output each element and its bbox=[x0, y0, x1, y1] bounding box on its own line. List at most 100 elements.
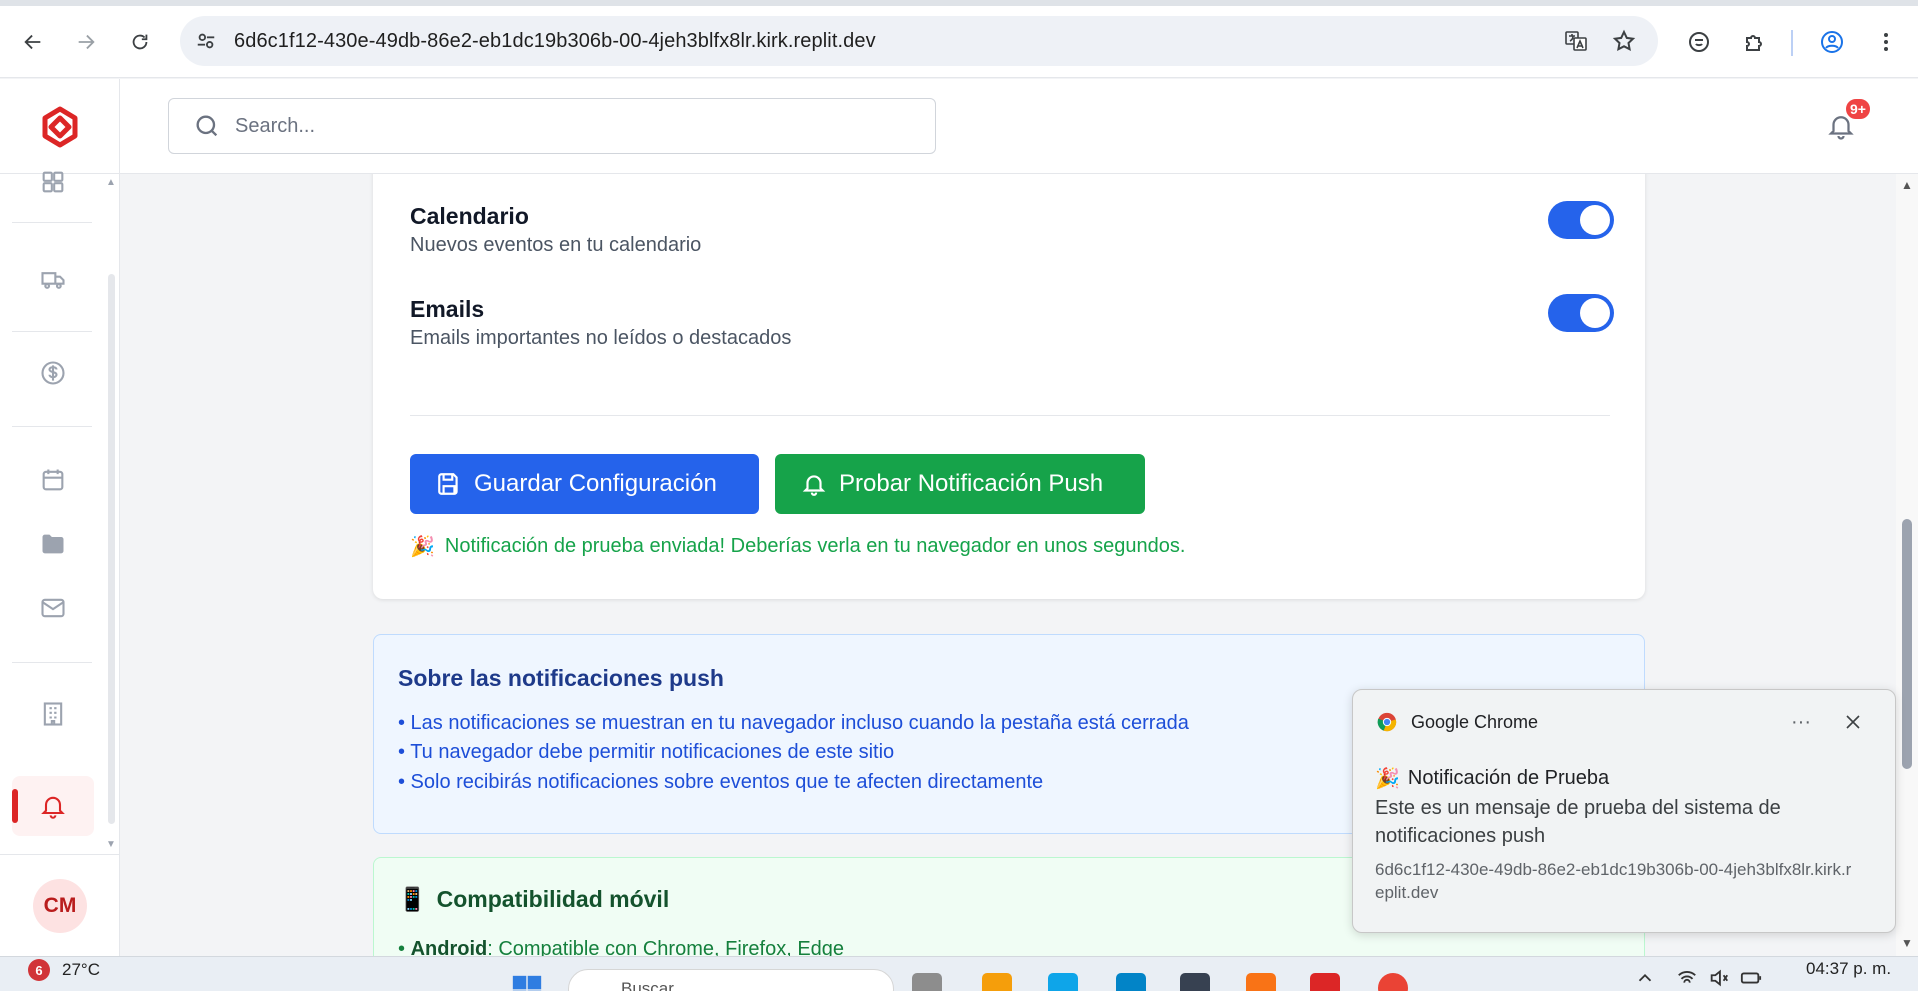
mobile-title-text: Compatibilidad móvil bbox=[436, 886, 670, 912]
sidebar-divider bbox=[12, 222, 92, 223]
puzzle-icon bbox=[1746, 35, 1762, 51]
user-avatar[interactable]: CM bbox=[33, 879, 87, 933]
sidebar-item-finance[interactable] bbox=[12, 343, 94, 403]
scroll-up-icon[interactable]: ▲ bbox=[1901, 178, 1913, 192]
sidebar-item-logistics[interactable] bbox=[12, 249, 94, 309]
sidebar-item-notifications[interactable] bbox=[12, 776, 94, 836]
extensions-button[interactable] bbox=[1734, 22, 1774, 62]
tray-chevron-icon[interactable] bbox=[1634, 967, 1656, 989]
toast-body: Este es un mensaje de prueba del sistema… bbox=[1375, 797, 1781, 847]
taskbar-app-icon[interactable] bbox=[1310, 973, 1340, 991]
taskbar-chrome-icon[interactable] bbox=[1378, 973, 1408, 991]
dashboard-icon bbox=[42, 171, 64, 193]
taskbar-search-label: Buscar bbox=[621, 979, 674, 991]
toast-more-button[interactable]: ··· bbox=[1781, 704, 1821, 740]
profile-button[interactable] bbox=[1812, 22, 1852, 62]
taskbar-app-icon[interactable] bbox=[1048, 973, 1078, 991]
arrow-left-icon bbox=[24, 34, 41, 50]
toast-close-button[interactable] bbox=[1833, 704, 1873, 740]
sidebar-item-dashboard[interactable] bbox=[12, 152, 94, 212]
sidebar-scroll-up-icon[interactable]: ▲ bbox=[106, 177, 116, 188]
taskbar-app-icon[interactable] bbox=[982, 973, 1012, 991]
site-info-button[interactable] bbox=[186, 21, 226, 61]
taskbar-app-icon[interactable] bbox=[1246, 973, 1276, 991]
folder-icon bbox=[42, 534, 64, 554]
taskbar-search[interactable]: Buscar bbox=[568, 969, 894, 991]
sidebar-active-indicator bbox=[12, 789, 18, 823]
taskbar-app-icon[interactable] bbox=[912, 973, 942, 991]
sidebar-item-company[interactable] bbox=[12, 684, 94, 744]
mobile-item-bullet: • bbox=[398, 938, 411, 956]
mobile-item-text: : Compatible con Chrome, Firefox, Edge bbox=[487, 938, 845, 956]
browser-toolbar: 6d6c1f12-430e-49db-86e2-eb1dc19b306b-00-… bbox=[0, 0, 1918, 78]
chrome-icon bbox=[1377, 712, 1397, 732]
sidebar: ▲ ▼ CM bbox=[0, 171, 120, 956]
scroll-down-icon[interactable]: ▼ bbox=[1901, 936, 1913, 950]
chrome-notification-toast[interactable]: Google Chrome ··· 🎉 Notificación de Prue… bbox=[1352, 689, 1896, 933]
weather-widget[interactable]: 6 27°C bbox=[28, 959, 100, 981]
toast-title: 🎉 Notificación de Prueba bbox=[1375, 766, 1609, 791]
taskbar-app-icon[interactable] bbox=[1180, 973, 1210, 991]
reload-button[interactable] bbox=[120, 22, 160, 62]
battery-icon bbox=[1740, 972, 1762, 984]
test-button-label: Probar Notificación Push bbox=[839, 470, 1104, 497]
extension-button[interactable] bbox=[1679, 22, 1719, 62]
toggle-knob bbox=[1580, 205, 1610, 235]
dollar-icon bbox=[41, 361, 65, 385]
arrow-right-icon bbox=[78, 34, 95, 50]
sidebar-divider bbox=[12, 426, 92, 427]
pref-title: Emails bbox=[410, 296, 485, 322]
emails-toggle[interactable] bbox=[1548, 294, 1614, 332]
notification-count-badge: 9+ bbox=[1844, 97, 1872, 121]
address-bar[interactable]: 6d6c1f12-430e-49db-86e2-eb1dc19b306b-00-… bbox=[180, 16, 1658, 66]
calendar-toggle[interactable] bbox=[1548, 201, 1614, 239]
sidebar-divider bbox=[0, 854, 120, 855]
url-text[interactable]: 6d6c1f12-430e-49db-86e2-eb1dc19b306b-00-… bbox=[234, 30, 876, 53]
save-button-label: Guardar Configuración bbox=[474, 470, 717, 497]
save-settings-button[interactable]: Guardar Configuración bbox=[410, 454, 759, 514]
pref-description: Nuevos eventos en tu calendario bbox=[410, 234, 702, 256]
sidebar-divider bbox=[12, 331, 92, 332]
bookmark-button[interactable] bbox=[1604, 21, 1644, 61]
temperature: 27°C bbox=[62, 960, 100, 979]
sidebar-scroll-down-icon[interactable]: ▼ bbox=[106, 839, 116, 850]
success-message-text: Notificación de prueba enviada! Deberías… bbox=[444, 535, 1186, 557]
mail-icon bbox=[41, 598, 65, 618]
search-input[interactable] bbox=[235, 114, 915, 138]
taskbar-app-icon[interactable] bbox=[1116, 973, 1146, 991]
scroll-thumb[interactable] bbox=[1902, 519, 1912, 769]
back-button[interactable] bbox=[13, 22, 53, 62]
mobile-item-label: Android bbox=[410, 938, 488, 956]
translate-button[interactable] bbox=[1556, 21, 1596, 61]
sidebar-item-mail[interactable] bbox=[12, 578, 94, 638]
info-list-item: • Tu navegador debe permitir notificacio… bbox=[398, 741, 895, 763]
tune-icon bbox=[197, 33, 215, 49]
mobile-phone-icon: 📱 bbox=[398, 886, 427, 912]
kebab-menu-icon bbox=[1884, 33, 1888, 51]
calendar-icon bbox=[42, 469, 64, 491]
toggle-knob bbox=[1580, 298, 1610, 328]
sidebar-item-files[interactable] bbox=[12, 514, 94, 574]
tray-wifi-icon[interactable] bbox=[1676, 967, 1698, 989]
shield-extension-icon bbox=[1689, 32, 1709, 52]
wifi-icon bbox=[1678, 971, 1696, 983]
star-icon bbox=[1612, 29, 1636, 52]
profile-icon bbox=[1821, 31, 1843, 53]
mobile-title: 📱 Compatibilidad móvil bbox=[398, 886, 669, 913]
windows-start-icon[interactable] bbox=[510, 973, 544, 991]
tray-battery-icon[interactable] bbox=[1740, 967, 1762, 989]
forward-button[interactable] bbox=[66, 22, 106, 62]
search-box[interactable] bbox=[168, 98, 936, 154]
sidebar-scrollbar[interactable] bbox=[108, 274, 115, 824]
tray-volume-icon[interactable] bbox=[1708, 967, 1730, 989]
taskbar-clock[interactable]: 04:37 p. m. bbox=[1806, 959, 1891, 979]
pref-title: Calendario bbox=[410, 203, 529, 229]
page-scrollbar[interactable]: ▲ ▼ bbox=[1896, 174, 1918, 956]
chevron-up-icon bbox=[1638, 973, 1652, 982]
chrome-menu-button[interactable] bbox=[1866, 22, 1906, 62]
test-push-button[interactable]: Probar Notificación Push bbox=[775, 454, 1145, 514]
app-header: 9+ bbox=[0, 79, 1918, 174]
toast-app-name: Google Chrome bbox=[1411, 712, 1539, 732]
info-list-item: • Solo recibirás notificaciones sobre ev… bbox=[398, 771, 1044, 793]
sidebar-item-calendar[interactable] bbox=[12, 450, 94, 510]
